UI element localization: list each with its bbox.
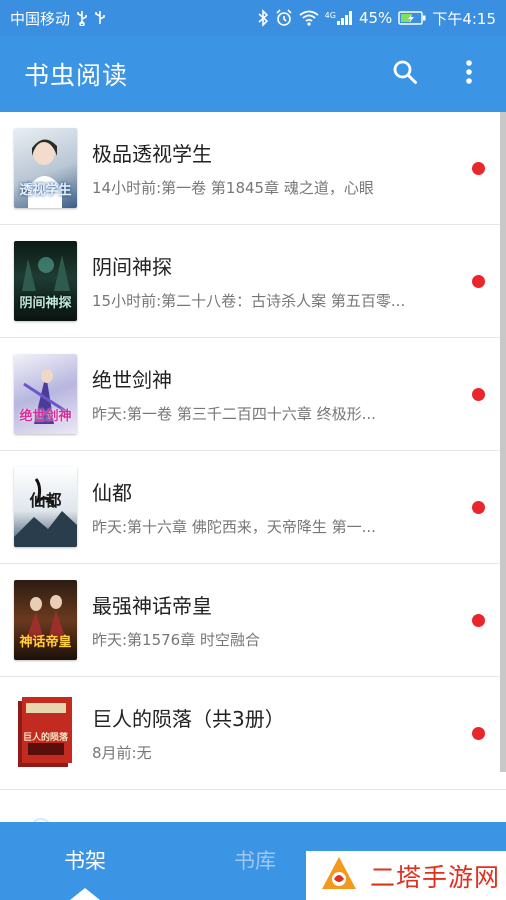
usb-debug-icon: [94, 10, 106, 26]
watermark-text: 二塔手游网: [370, 862, 501, 892]
cover-caption: 仙都: [29, 491, 62, 510]
cover-caption: 巨人的陨落: [22, 733, 68, 743]
battery-charging-icon: [398, 11, 426, 25]
usb-icon: [76, 10, 88, 26]
app-title: 书虫阅读: [24, 61, 129, 90]
book-item[interactable]: 阴间神探 阴间神探 15小时前:第二十八卷：古诗杀人案 第五百零...: [0, 225, 506, 338]
book-latest-chapter: 14小时前:第一卷 第1845章 魂之道，心眼: [92, 179, 374, 197]
clock-label: 下午4:15: [432, 9, 496, 28]
tab-library-label: 书库: [234, 849, 276, 873]
update-dot: [472, 162, 485, 175]
watermark: 二塔手游网: [306, 851, 506, 900]
cover-caption: 阴间神探: [19, 296, 72, 311]
book-cover: 仙都: [14, 467, 77, 547]
book-item[interactable]: 仙都 仙都 昨天:第十六章 佛陀西来，天帝降生 第一...: [0, 451, 506, 564]
book-latest-chapter: 昨天:第一卷 第三千二百四十六章 终极形...: [92, 405, 376, 423]
book-item[interactable]: 透视学生 极品透视学生 14小时前:第一卷 第1845章 魂之道，心眼: [0, 112, 506, 225]
search-button[interactable]: [388, 57, 422, 91]
book-item[interactable]: 神话帝皇 最强神话帝皇 昨天:第1576章 时空融合: [0, 564, 506, 677]
cover-caption: 神话帝皇: [19, 635, 72, 650]
wifi-icon: [299, 10, 319, 26]
book-latest-chapter: 昨天:第十六章 佛陀西来，天帝降生 第一...: [92, 518, 376, 536]
status-bar: 中国移动 4G 45% 下午4:15: [0, 0, 506, 36]
book-cover: 绝世剑神: [14, 354, 77, 434]
battery-label: 45%: [358, 9, 393, 27]
book-title: 巨人的陨落（共3册）: [92, 707, 285, 731]
tab-bookshelf[interactable]: 书架: [0, 822, 170, 900]
book-title: 极品透视学生: [92, 142, 212, 166]
network-type-label: 4G: [324, 11, 336, 20]
alarm-icon: [275, 9, 293, 27]
book-cover: 透视学生: [14, 128, 77, 208]
book-title: 仙都: [92, 481, 132, 505]
app-bar: 书虫阅读: [0, 36, 506, 112]
update-dot: [472, 275, 485, 288]
cover-caption: 绝世剑神: [19, 409, 72, 424]
search-icon: [392, 59, 418, 89]
watermark-logo-icon: [320, 855, 358, 897]
list-scrollbar[interactable]: [500, 112, 506, 772]
book-title: 阴间神探: [92, 255, 172, 279]
book-latest-chapter: 15小时前:第二十八卷：古诗杀人案 第五百零...: [92, 292, 406, 310]
more-vert-icon: [465, 59, 473, 89]
book-cover: 神话帝皇: [14, 580, 77, 660]
update-dot: [472, 727, 485, 740]
book-latest-chapter: 昨天:第1576章 时空融合: [92, 631, 260, 649]
bluetooth-icon: [257, 9, 269, 27]
book-cover: 阴间神探: [14, 241, 77, 321]
update-dot: [472, 501, 485, 514]
signal-icon: 4G: [325, 11, 353, 25]
bookshelf-list: 透视学生 极品透视学生 14小时前:第一卷 第1845章 魂之道，心眼 阴间神探…: [0, 112, 506, 822]
active-tab-indicator: [70, 888, 100, 900]
book-item[interactable]: 绝世剑神 绝世剑神 昨天:第一卷 第三千二百四十六章 终极形...: [0, 338, 506, 451]
more-options-button[interactable]: [452, 57, 486, 91]
book-title: 绝世剑神: [92, 368, 172, 392]
tab-bookshelf-label: 书架: [64, 849, 106, 873]
book-latest-chapter: 8月前:无: [92, 744, 152, 762]
book-item[interactable]: 巨人的陨落 巨人的陨落（共3册） 8月前:无: [0, 677, 506, 790]
update-dot: [472, 614, 485, 627]
update-dot: [472, 388, 485, 401]
carrier-label: 中国移动: [10, 9, 71, 28]
cover-caption: 透视学生: [19, 183, 72, 198]
book-cover: 巨人的陨落: [14, 693, 77, 773]
book-title: 最强神话帝皇: [92, 594, 212, 618]
